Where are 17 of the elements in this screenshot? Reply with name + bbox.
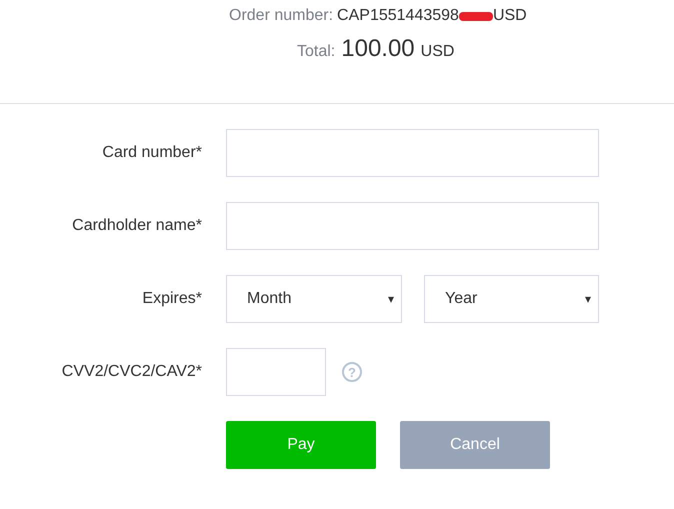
input-field[interactable] [226,348,326,396]
input-field[interactable] [226,202,599,250]
pay-button[interactable]: Pay [226,421,376,469]
field-label: CVV2/CVC2/CAV2* [60,363,202,381]
total-label: Total: [297,43,336,61]
field-label: Expires* [141,290,202,308]
order-number-label: Order number: [229,7,334,25]
select-field[interactable]: Year ▾ [424,275,599,323]
field-label: Cardholder name* [71,217,202,235]
select-field[interactable]: Month ▾ [226,275,402,323]
total-amount: 100.00 [341,35,415,63]
help-icon[interactable]: ? [342,362,362,382]
order-number: CAP1551443598 [337,7,459,25]
total-currency: USD [420,43,454,61]
order-currency: USD [492,7,527,25]
input-field[interactable] [226,129,599,177]
field-label: Card number* [101,144,202,162]
